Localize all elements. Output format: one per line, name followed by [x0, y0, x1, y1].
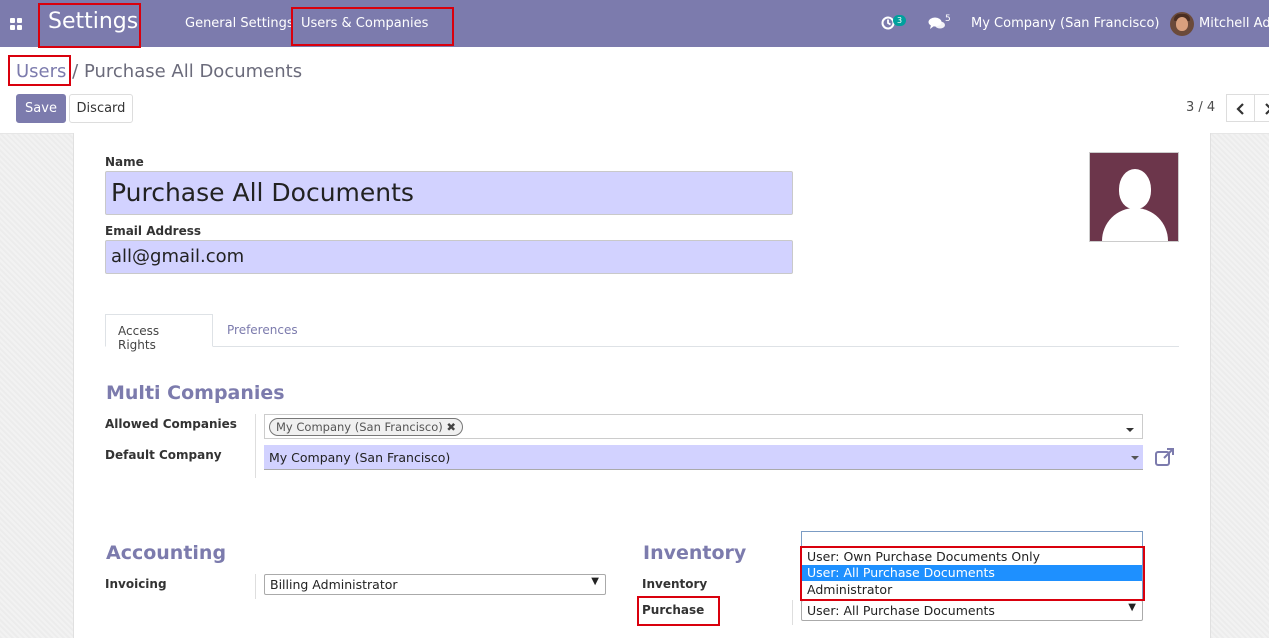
discard-button[interactable]: Discard: [69, 94, 133, 123]
apps-menu-icon[interactable]: [10, 18, 22, 30]
email-label: Email Address: [105, 224, 202, 238]
default-company-label: Default Company: [105, 448, 222, 462]
allowed-companies-label: Allowed Companies: [105, 417, 237, 431]
activity-count-badge: 3: [893, 15, 907, 26]
purchase-select[interactable]: User: All Purchase Documents ▼: [801, 600, 1143, 621]
name-label: Name: [105, 155, 144, 169]
inventory-label: Inventory: [642, 577, 708, 591]
inventory-heading: Inventory: [643, 542, 747, 564]
messages-icon[interactable]: [928, 16, 946, 32]
breadcrumb-current: Purchase All Documents: [83, 61, 303, 82]
company-tag: My Company (San Francisco) ✖: [269, 418, 464, 436]
default-company-field[interactable]: My Company (San Francisco): [264, 445, 1143, 470]
tab-preferences[interactable]: Preferences: [215, 314, 310, 347]
company-switcher[interactable]: My Company (San Francisco): [971, 16, 1159, 31]
dropdown-caret-icon[interactable]: [1131, 456, 1139, 460]
select-arrow-icon: ▼: [1128, 602, 1136, 613]
purchase-label: Purchase: [642, 603, 705, 617]
app-title[interactable]: Settings: [48, 9, 138, 34]
save-button[interactable]: Save: [16, 94, 66, 123]
label-separator: [255, 574, 256, 599]
pager-next-button[interactable]: [1254, 94, 1269, 122]
multi-companies-heading: Multi Companies: [106, 382, 285, 404]
breadcrumb-separator: /: [72, 61, 79, 82]
menu-users-companies[interactable]: Users & Companies: [301, 16, 428, 31]
user-avatar[interactable]: [1170, 12, 1194, 36]
allowed-companies-field[interactable]: My Company (San Francisco) ✖: [264, 414, 1143, 439]
remove-tag-icon[interactable]: ✖: [446, 420, 456, 434]
dropdown-option-selected[interactable]: User: All Purchase Documents: [802, 565, 1142, 581]
accounting-heading: Accounting: [106, 542, 227, 564]
select-arrow-icon: ▼: [591, 576, 599, 587]
form-tabs: Access Rights Preferences: [105, 314, 1179, 352]
breadcrumb-users-link[interactable]: Users: [16, 61, 66, 82]
invoicing-select[interactable]: Billing Administrator ▼: [264, 574, 606, 595]
email-field[interactable]: all@gmail.com: [105, 240, 793, 274]
dropdown-caret-icon[interactable]: [1126, 428, 1134, 432]
menu-general-settings[interactable]: General Settings: [185, 16, 294, 31]
tab-access-rights[interactable]: Access Rights: [105, 314, 213, 352]
purchase-dropdown-list: User: Own Purchase Documents Only User: …: [801, 531, 1143, 601]
pager-value: 3 / 4: [1186, 100, 1216, 115]
breadcrumb: Users / Purchase All Documents: [16, 61, 302, 82]
name-field[interactable]: Purchase All Documents: [105, 171, 793, 215]
dropdown-option[interactable]: User: Own Purchase Documents Only: [802, 549, 1142, 565]
label-separator: [792, 600, 793, 625]
label-separator: [255, 414, 256, 478]
top-navbar: Settings General Settings Users & Compan…: [0, 0, 1269, 47]
dropdown-option[interactable]: Administrator: [802, 582, 1142, 598]
user-menu[interactable]: Mitchell Adm: [1199, 16, 1269, 31]
external-link-icon[interactable]: [1155, 448, 1175, 470]
invoicing-label: Invoicing: [105, 577, 167, 591]
pager-previous-button[interactable]: [1226, 94, 1255, 122]
message-count-badge: 5: [945, 14, 951, 24]
user-photo-placeholder[interactable]: [1089, 152, 1179, 242]
dropdown-search[interactable]: [802, 532, 1142, 547]
